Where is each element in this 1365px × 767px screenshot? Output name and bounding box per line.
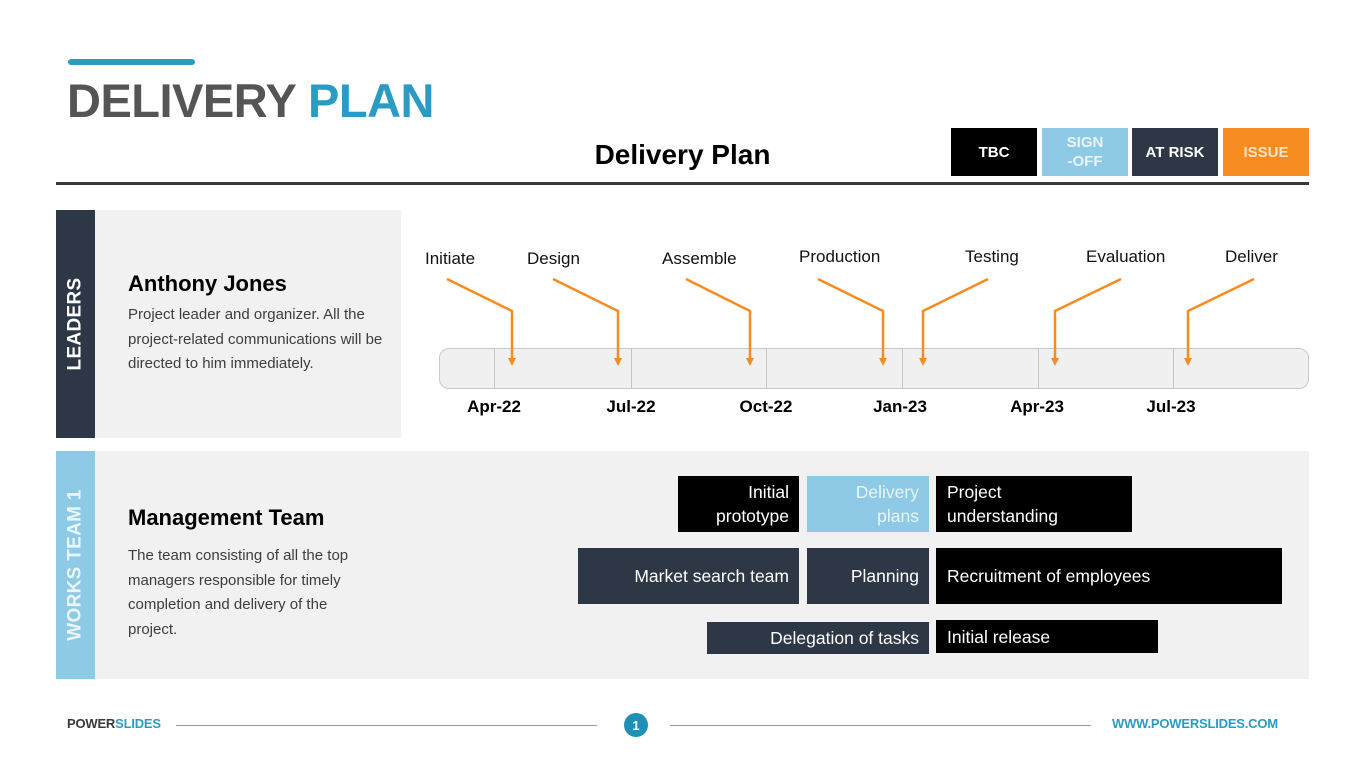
task-label: Initial release (947, 626, 1051, 647)
milestone-arrow (919, 277, 989, 366)
task-label: Recruitment of employees (947, 566, 1151, 586)
task-project-understanding: Project understanding (936, 476, 1132, 532)
works-team-tab-label: WORKS TEAM 1 (64, 489, 86, 641)
milestone-arrow (1184, 277, 1255, 366)
task-label: Delivery plans (855, 482, 919, 526)
milestone-arrow (552, 277, 622, 366)
task-delegation-of-tasks: Delegation of tasks (707, 622, 929, 654)
footer-url[interactable]: WWW.POWERSLIDES.COM (1112, 716, 1278, 732)
milestone-arrow (685, 277, 754, 366)
milestone-arrow (817, 277, 887, 366)
task-delivery-plans: Delivery plans (807, 476, 929, 532)
task-initial-release: Initial release (936, 620, 1158, 653)
task-label: Delegation of tasks (770, 628, 919, 648)
task-label: Planning (850, 566, 919, 586)
task-label: Market search team (634, 566, 789, 586)
task-label: Initial prototype (716, 482, 789, 526)
footer-brand-logo: POWERSLIDES (67, 716, 161, 732)
milestone-arrow (446, 277, 516, 366)
task-initial-prototype: Initial prototype (678, 476, 799, 532)
footer-line-left (176, 725, 597, 726)
task-label: Project understanding (947, 482, 1058, 526)
task-recruitment-of-employees: Recruitment of employees (936, 548, 1282, 604)
team-name: Management Team (128, 505, 325, 530)
task-market-search-team: Market search team (578, 548, 799, 604)
footer-brand-part1: POWER (67, 716, 116, 731)
page-number-badge: 1 (624, 713, 648, 737)
works-team-tab: WORKS TEAM 1 (56, 451, 95, 679)
footer-line-right (670, 725, 1091, 726)
team-description: The team consisting of all the top manag… (128, 547, 349, 638)
footer-brand-part2: SLIDES (115, 716, 161, 731)
milestone-arrow (1051, 277, 1122, 366)
task-planning: Planning (807, 548, 929, 604)
